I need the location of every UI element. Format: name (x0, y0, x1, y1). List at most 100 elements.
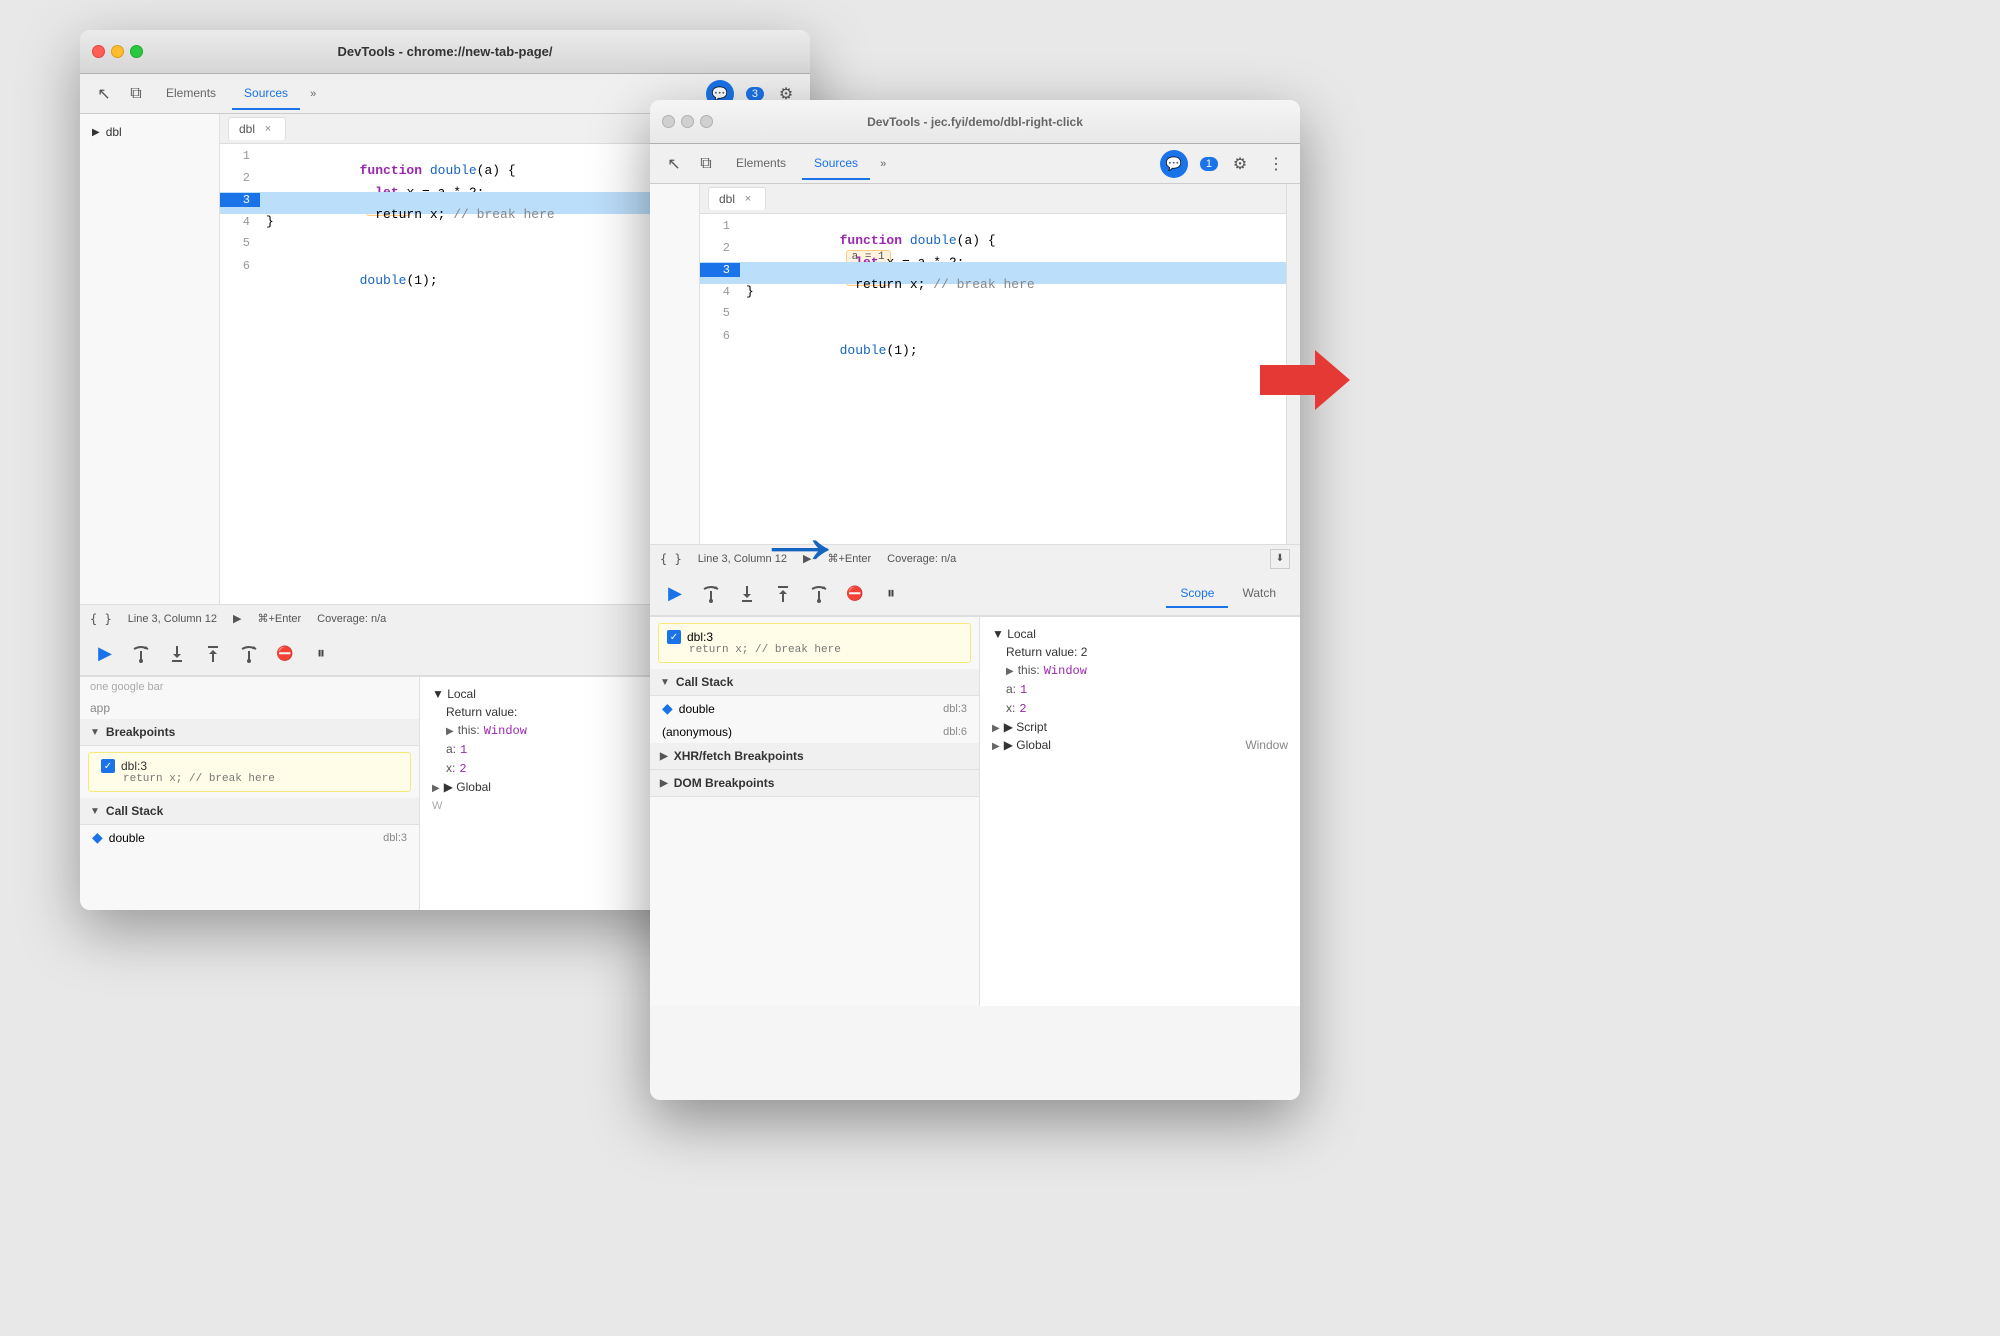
status-bar-2: { } Line 3, Column 12 ▶ ⌘+Enter Coverage… (650, 544, 1300, 572)
return-value-2: Return value: 2 (992, 643, 1288, 661)
scope-content-2: ▼ Local Return value: 2 ▶ this: Window a… (980, 617, 1300, 762)
bp-label-1: dbl:3 (121, 759, 147, 773)
breakpoints-triangle-1: ▼ (90, 727, 100, 738)
minimize-button-2[interactable] (681, 115, 694, 128)
sidebar-label-1: dbl (106, 125, 122, 139)
bp-checkbox-2[interactable]: ✓ (667, 630, 681, 644)
bp-code-2: return x; // break here (667, 644, 962, 656)
close-button-1[interactable] (92, 45, 105, 58)
chat-icon-2[interactable]: 💬 (1160, 150, 1188, 178)
coverage-1: Coverage: n/a (317, 613, 386, 625)
step-into-btn-2[interactable] (732, 579, 762, 609)
sidebar-item-1[interactable]: ▶ dbl (80, 122, 219, 142)
code-line-2-4: 4 } (700, 284, 1286, 306)
watch-tab-2[interactable]: Watch (1228, 580, 1290, 608)
step-btn-1[interactable] (234, 639, 264, 669)
cursor-icon-2[interactable]: ↖ (660, 150, 688, 178)
code-line-2-2: 2 let x = a * 2; x = 2 (700, 240, 1286, 262)
maximize-button-1[interactable] (130, 45, 143, 58)
more-icon-2[interactable]: ⋮ (1262, 150, 1290, 178)
this-item-2: ▶ this: Window (992, 661, 1288, 680)
cursor-icon[interactable]: ↖ (90, 80, 118, 108)
format-icon-2[interactable]: { } (660, 552, 682, 566)
stack-arrow-2: ◆ (662, 700, 673, 717)
close-tab-1[interactable]: × (261, 122, 275, 136)
file-tab-dbl-2[interactable]: dbl × (708, 187, 766, 210)
titlebar-1: DevTools - chrome://new-tab-page/ (80, 30, 810, 74)
left-panel-2: ✓ dbl:3 return x; // break here ▼ Call S… (650, 617, 980, 1006)
maximize-button-2[interactable] (700, 115, 713, 128)
file-tree-1: ▶ dbl (80, 114, 220, 604)
breakpoint-item-2: ✓ dbl:3 return x; // break here (658, 623, 971, 663)
notifications-badge-2: 1 (1200, 157, 1218, 171)
file-tab-dbl-1[interactable]: dbl × (228, 117, 286, 140)
file-tab-bar-2: dbl × (700, 184, 1286, 214)
traffic-lights-2 (662, 115, 713, 128)
debug-toolbar-2: ▶ ⛔ ⏸ Scope Watch (650, 572, 1300, 616)
titlebar-2: DevTools - jec.fyi/demo/dbl-right-click (650, 100, 1300, 144)
run-label-1: ⌘+Enter (257, 612, 301, 625)
dom-header-2[interactable]: ▶ DOM Breakpoints (650, 770, 979, 797)
code-line-2-5: 5 (700, 306, 1286, 328)
a-item-2: a: 1 (992, 680, 1288, 699)
close-button-2[interactable] (662, 115, 675, 128)
bp-header-1: ✓ dbl:3 (101, 759, 398, 773)
script-item-2: ▶ ▶ Script (992, 718, 1288, 736)
window-title-1: DevTools - chrome://new-tab-page/ (337, 44, 552, 59)
deactivate-btn-1[interactable]: ⛔ (270, 639, 300, 669)
step-out-btn-1[interactable] (198, 639, 228, 669)
devtools-toolbar-2: ↖ ⧉ Elements Sources » 💬 1 ⚙ ⋮ (650, 144, 1300, 184)
breakpoint-item-1: ✓ dbl:3 return x; // break here (88, 752, 411, 792)
gear-icon-2[interactable]: ⚙ (1226, 150, 1254, 178)
deactivate-btn-2[interactable]: ⛔ (840, 579, 870, 609)
call-stack-item-double-1[interactable]: ◆ double dbl:3 (80, 825, 419, 850)
tab-sources-1[interactable]: Sources (232, 78, 300, 110)
tab-sources-2[interactable]: Sources (802, 148, 870, 180)
breakpoints-header-1[interactable]: ▼ Breakpoints (80, 719, 419, 746)
more-tabs-icon-1[interactable]: » (304, 88, 322, 100)
right-panel-2: ▼ Local Return value: 2 ▶ this: Window a… (980, 617, 1300, 1006)
close-tab-2[interactable]: × (741, 192, 755, 206)
pause-btn-2[interactable]: ⏸ (876, 579, 906, 609)
layers-icon-2[interactable]: ⧉ (692, 150, 720, 178)
notifications-badge-1: 3 (746, 87, 764, 101)
x-item-2: x: 2 (992, 699, 1288, 718)
traffic-lights-1 (92, 45, 143, 58)
devtools-window-2: DevTools - jec.fyi/demo/dbl-right-click … (650, 100, 1300, 1100)
xhr-header-2[interactable]: ▶ XHR/fetch Breakpoints (650, 743, 979, 770)
sidebar-item-app-1: app (80, 697, 419, 719)
tab-elements-1[interactable]: Elements (154, 78, 228, 110)
window-title-2: DevTools - jec.fyi/demo/dbl-right-click (867, 115, 1083, 129)
minimize-button-1[interactable] (111, 45, 124, 58)
step-out-btn-2[interactable] (768, 579, 798, 609)
step-into-btn-1[interactable] (162, 639, 192, 669)
scope-tab-2[interactable]: Scope (1166, 580, 1228, 608)
play-icon-1: ▶ (233, 612, 241, 625)
step-btn-2[interactable] (804, 579, 834, 609)
pause-btn-1[interactable]: ⏸ (306, 639, 336, 669)
sidebar-item-bar-1: one google bar (80, 677, 419, 697)
call-stack-item-double-2[interactable]: ◆ double dbl:3 (650, 696, 979, 721)
resume-btn-2[interactable]: ▶ (660, 579, 690, 609)
layers-icon[interactable]: ⧉ (122, 80, 150, 108)
tab-elements-2[interactable]: Elements (724, 148, 798, 180)
callstack-header-2[interactable]: ▼ Call Stack (650, 669, 979, 696)
format-icon-1[interactable]: { } (90, 612, 112, 626)
code-line-2-3: 3 return x; // break here (700, 262, 1286, 284)
bp-code-1: return x; // break here (101, 773, 398, 785)
blue-arrow: → (752, 490, 848, 582)
left-panel-1: one google bar app ▼ Breakpoints ✓ dbl:3… (80, 677, 420, 910)
bp-checkbox-1[interactable]: ✓ (101, 759, 115, 773)
panel-icon-2[interactable]: ⬇ (1270, 549, 1290, 569)
file-tree-2 (650, 184, 700, 544)
callstack-header-1[interactable]: ▼ Call Stack (80, 798, 419, 825)
bottom-section-2: ✓ dbl:3 return x; // break here ▼ Call S… (650, 616, 1300, 1006)
call-stack-item-anon-2[interactable]: (anonymous) dbl:6 (650, 721, 979, 743)
step-over-btn-1[interactable] (126, 639, 156, 669)
more-tabs-icon-2[interactable]: » (874, 158, 892, 170)
global-item-2: ▶ ▶ Global Window (992, 736, 1288, 754)
resume-btn-1[interactable]: ▶ (90, 639, 120, 669)
step-over-btn-2[interactable] (696, 579, 726, 609)
coverage-2: Coverage: n/a (887, 553, 956, 565)
local-section-2: ▼ Local (992, 625, 1288, 643)
